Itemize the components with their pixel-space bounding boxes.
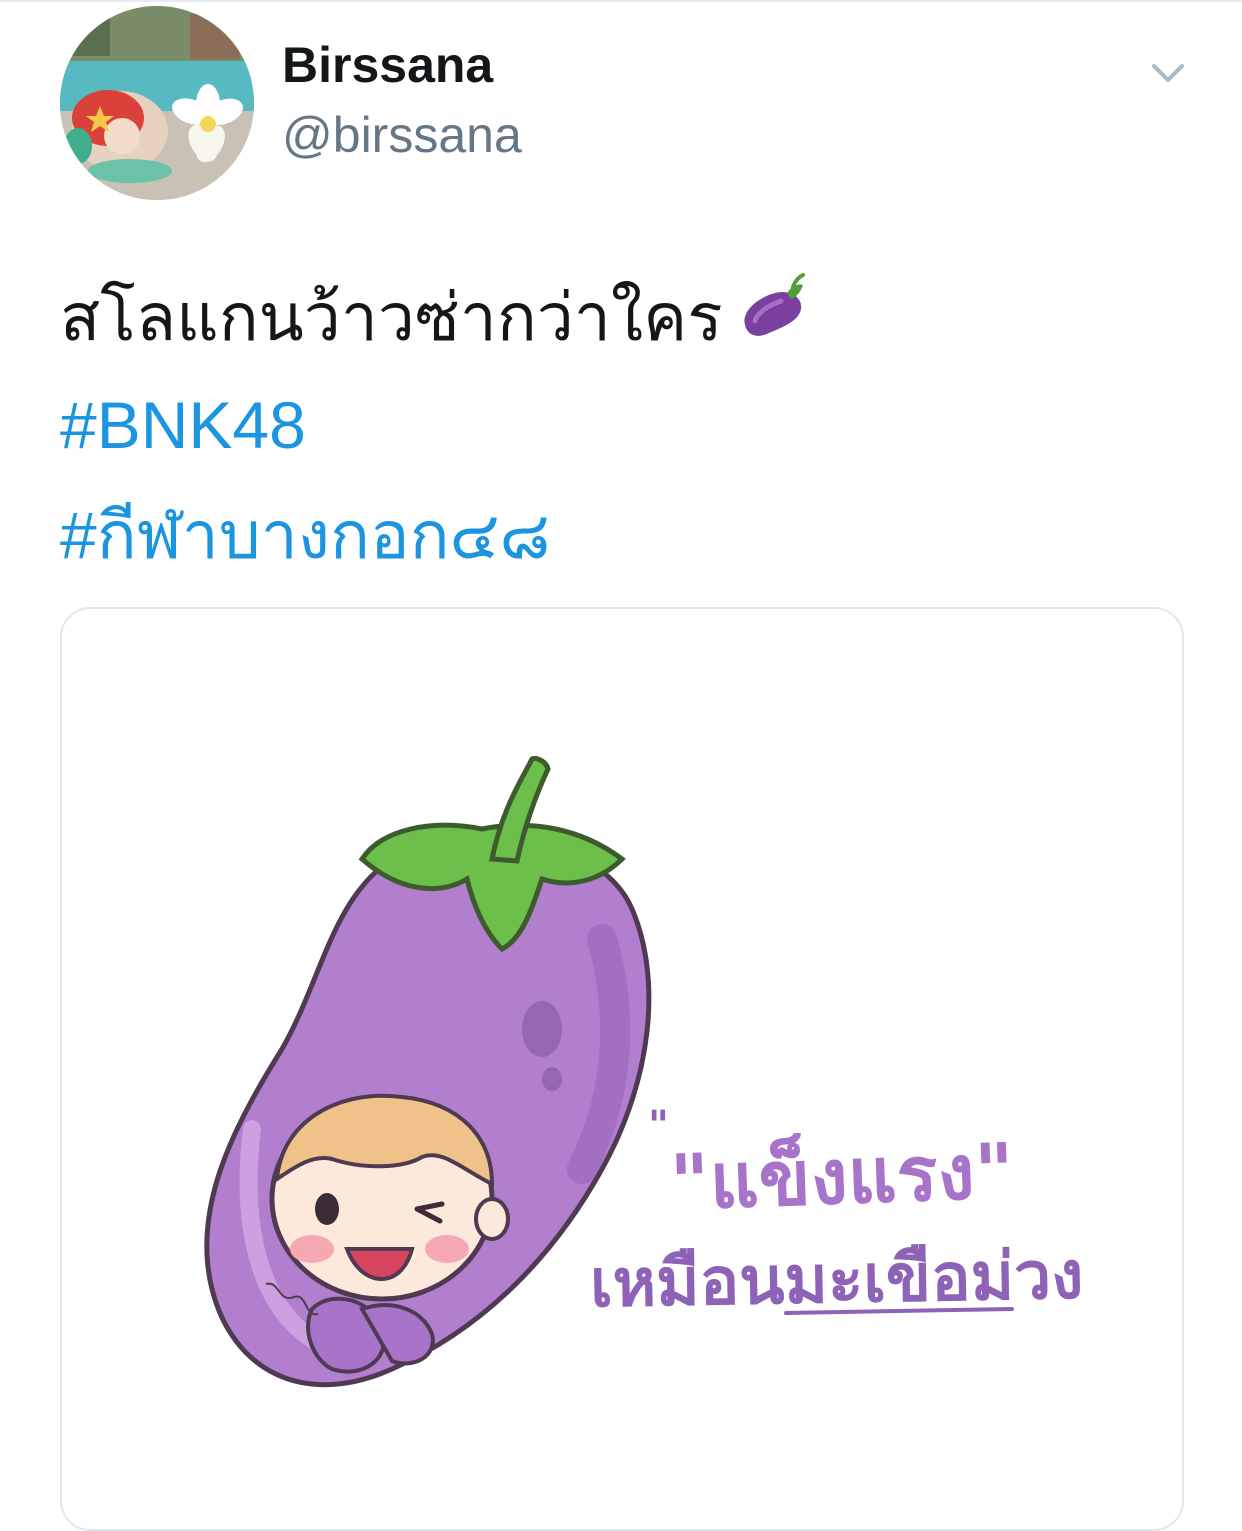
chevron-down-icon[interactable] bbox=[1146, 52, 1190, 96]
hashtag-kila-bangkok48[interactable]: #กีฬาบางกอก๔๘ bbox=[60, 490, 550, 580]
media-caption-line-1: "แข็งแรง" bbox=[668, 1126, 1016, 1227]
author-handle[interactable]: @birssana bbox=[282, 106, 522, 164]
tweet-text: สโลแกนว้าวซ่ากว่าใคร bbox=[60, 262, 811, 379]
svg-text:": " bbox=[648, 1103, 669, 1149]
author-avatar[interactable] bbox=[60, 6, 254, 200]
top-divider bbox=[0, 0, 1242, 2]
tweet-text-body: สโลแกนว้าวซ่ากว่าใคร bbox=[60, 280, 723, 354]
avatar-photo-icon bbox=[60, 6, 254, 200]
eggplant-emoji-icon bbox=[731, 267, 811, 379]
hashtag-bnk48[interactable]: #BNK48 bbox=[60, 380, 306, 470]
tweet-media-card[interactable]: " "แข็งแรง" เหมือนมะเขือม่วง bbox=[60, 607, 1184, 1531]
eggplant-mascot-illustration: " bbox=[204, 756, 669, 1388]
media-caption-line-2: เหมือนมะเขือม่วง bbox=[589, 1236, 1085, 1323]
author-display-name[interactable]: Birssana bbox=[282, 36, 493, 94]
